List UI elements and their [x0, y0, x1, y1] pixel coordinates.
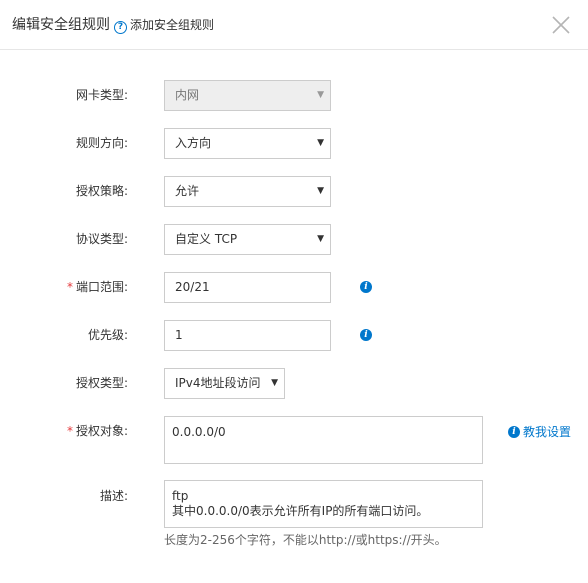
question-circle-icon[interactable]: ? — [114, 21, 127, 34]
add-rule-help-link[interactable]: 添加安全组规则 — [130, 18, 214, 32]
port-range-label: * 端口范围: — [67, 280, 128, 294]
chevron-down-icon: ▼ — [317, 234, 324, 244]
direction-value: 入方向 — [175, 136, 212, 150]
chevron-down-icon: ▼ — [271, 378, 278, 388]
close-icon[interactable] — [548, 12, 574, 38]
dialog-header: 编辑安全组规则 ? 添加安全组规则 — [0, 0, 588, 50]
nic-type-label: 网卡类型: — [75, 88, 128, 102]
priority-label: 优先级: — [87, 328, 128, 342]
description-hint: 长度为2-256个字符，不能以http://或https://开头。 — [164, 533, 447, 547]
description-label: 描述: — [99, 489, 128, 503]
teach-me-setup-link[interactable]: 教我设置 — [523, 425, 571, 439]
nic-type-select: 内网 ▼ — [164, 80, 331, 111]
protocol-label: 协议类型: — [75, 232, 128, 246]
auth-object-label-text: 授权对象: — [75, 424, 128, 438]
port-range-label-text: 端口范围: — [75, 280, 128, 294]
auth-type-value: IPv4地址段访问 — [175, 376, 261, 390]
priority-input[interactable]: 1 — [164, 320, 331, 351]
chevron-down-icon: ▼ — [317, 186, 324, 196]
info-icon[interactable]: i — [508, 426, 520, 438]
policy-value: 允许 — [175, 184, 200, 198]
info-icon[interactable]: i — [360, 329, 372, 341]
direction-label: 规则方向: — [75, 136, 128, 150]
policy-select[interactable]: 允许 ▼ — [164, 176, 331, 207]
required-mark: * — [66, 280, 73, 294]
info-icon[interactable]: i — [360, 281, 372, 293]
auth-object-label: * 授权对象: — [67, 424, 128, 438]
auth-object-textarea[interactable]: 0.0.0.0/0 — [164, 416, 483, 464]
protocol-select[interactable]: 自定义 TCP ▼ — [164, 224, 331, 255]
nic-type-value: 内网 — [175, 88, 200, 102]
description-textarea[interactable]: ftp 其中0.0.0.0/0表示允许所有IP的所有端口访问。 — [164, 480, 483, 528]
dialog-title: 编辑安全组规则 — [12, 17, 110, 33]
direction-select[interactable]: 入方向 ▼ — [164, 128, 331, 159]
protocol-value: 自定义 TCP — [175, 232, 238, 246]
auth-type-select[interactable]: IPv4地址段访问 ▼ — [164, 368, 285, 399]
policy-label: 授权策略: — [75, 184, 128, 198]
required-mark: * — [66, 424, 73, 438]
chevron-down-icon: ▼ — [317, 138, 324, 148]
auth-type-label: 授权类型: — [75, 376, 128, 390]
chevron-down-icon: ▼ — [317, 90, 324, 100]
port-range-input[interactable]: 20/21 — [164, 272, 331, 303]
